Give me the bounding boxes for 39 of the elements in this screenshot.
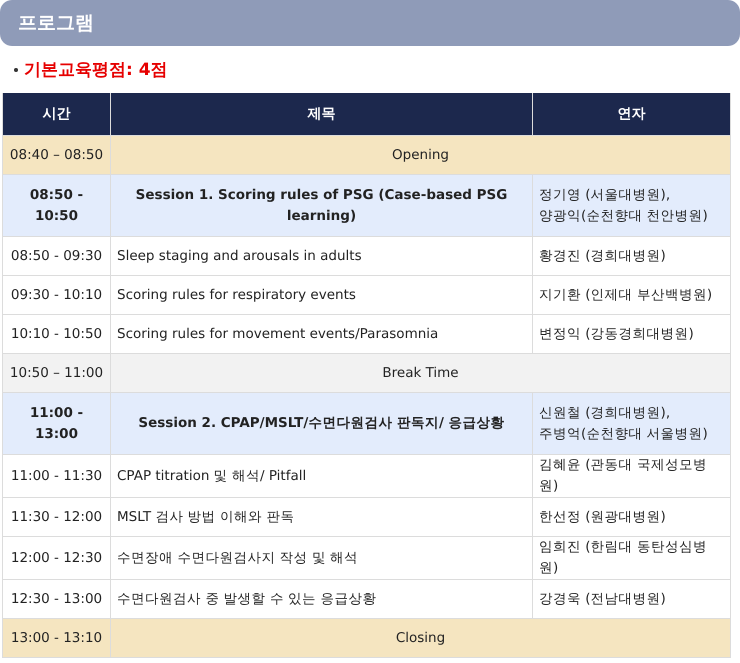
speaker-cell: 신원철 (경희대병원), 주병억(순천향대 서울병원) bbox=[532, 392, 730, 454]
title-cell: Scoring rules for respiratory events bbox=[110, 276, 532, 314]
time-cell: 08:40 – 08:50 bbox=[2, 136, 110, 174]
column-header: 제목 bbox=[110, 93, 532, 136]
time-cell: 11:30 - 12:00 bbox=[2, 498, 110, 536]
time-cell: 11:00 - 13:00 bbox=[2, 392, 110, 454]
speaker-cell: 변정익 (강동경희대병원) bbox=[532, 314, 730, 354]
title-cell: Scoring rules for movement events/Parasomnia bbox=[110, 314, 532, 354]
speaker-cell: 한선정 (원광대병원) bbox=[532, 498, 730, 536]
title-cell: Session 1. Scoring rules of PSG (Case-based PSG learning) bbox=[110, 174, 532, 236]
title-cell: 수면다원검사 중 발생할 수 있는 응급상황 bbox=[110, 580, 532, 618]
title-cell: Session 2. CPAP/MSLT/수면다원검사 판독지/ 응급상황 bbox=[110, 392, 532, 454]
title-cell: Sleep staging and arousals in adults bbox=[110, 236, 532, 276]
speaker-cell: 임희진 (한림대 동탄성심병원) bbox=[532, 536, 730, 580]
column-header: 시간 bbox=[2, 93, 110, 136]
title-cell: Opening bbox=[110, 136, 730, 174]
column-header: 연자 bbox=[532, 93, 730, 136]
section-title: 프로그램 bbox=[0, 0, 740, 46]
time-cell: 09:30 - 10:10 bbox=[2, 276, 110, 314]
title-cell: Closing bbox=[110, 618, 730, 658]
title-cell: MSLT 검사 방법 이해와 판독 bbox=[110, 498, 532, 536]
time-cell: 08:50 - 10:50 bbox=[2, 174, 110, 236]
title-cell: CPAP titration 및 해석/ Pitfall bbox=[110, 454, 532, 498]
time-cell: 12:30 - 13:00 bbox=[2, 580, 110, 618]
speaker-cell: 강경욱 (전남대병원) bbox=[532, 580, 730, 618]
speaker-cell: 정기영 (서울대병원), 양광익(순천향대 천안병원) bbox=[532, 174, 730, 236]
title-cell: 수면장애 수면다원검사지 작성 및 해석 bbox=[110, 536, 532, 580]
time-cell: 10:50 – 11:00 bbox=[2, 354, 110, 392]
time-cell: 13:00 - 13:10 bbox=[2, 618, 110, 658]
time-cell: 11:00 - 11:30 bbox=[2, 454, 110, 498]
speaker-cell: 황경진 (경희대병원) bbox=[532, 236, 730, 276]
time-cell: 10:10 - 10:50 bbox=[2, 314, 110, 354]
time-cell: 08:50 - 09:30 bbox=[2, 236, 110, 276]
speaker-cell: 지기환 (인제대 부산백병원) bbox=[532, 276, 730, 314]
credit-note: 기본교육평점: 4점 bbox=[24, 59, 168, 81]
speaker-cell: 김혜윤 (관동대 국제성모병원) bbox=[532, 454, 730, 498]
bullet-icon bbox=[14, 68, 18, 72]
title-cell: Break Time bbox=[110, 354, 730, 392]
time-cell: 12:00 - 12:30 bbox=[2, 536, 110, 580]
